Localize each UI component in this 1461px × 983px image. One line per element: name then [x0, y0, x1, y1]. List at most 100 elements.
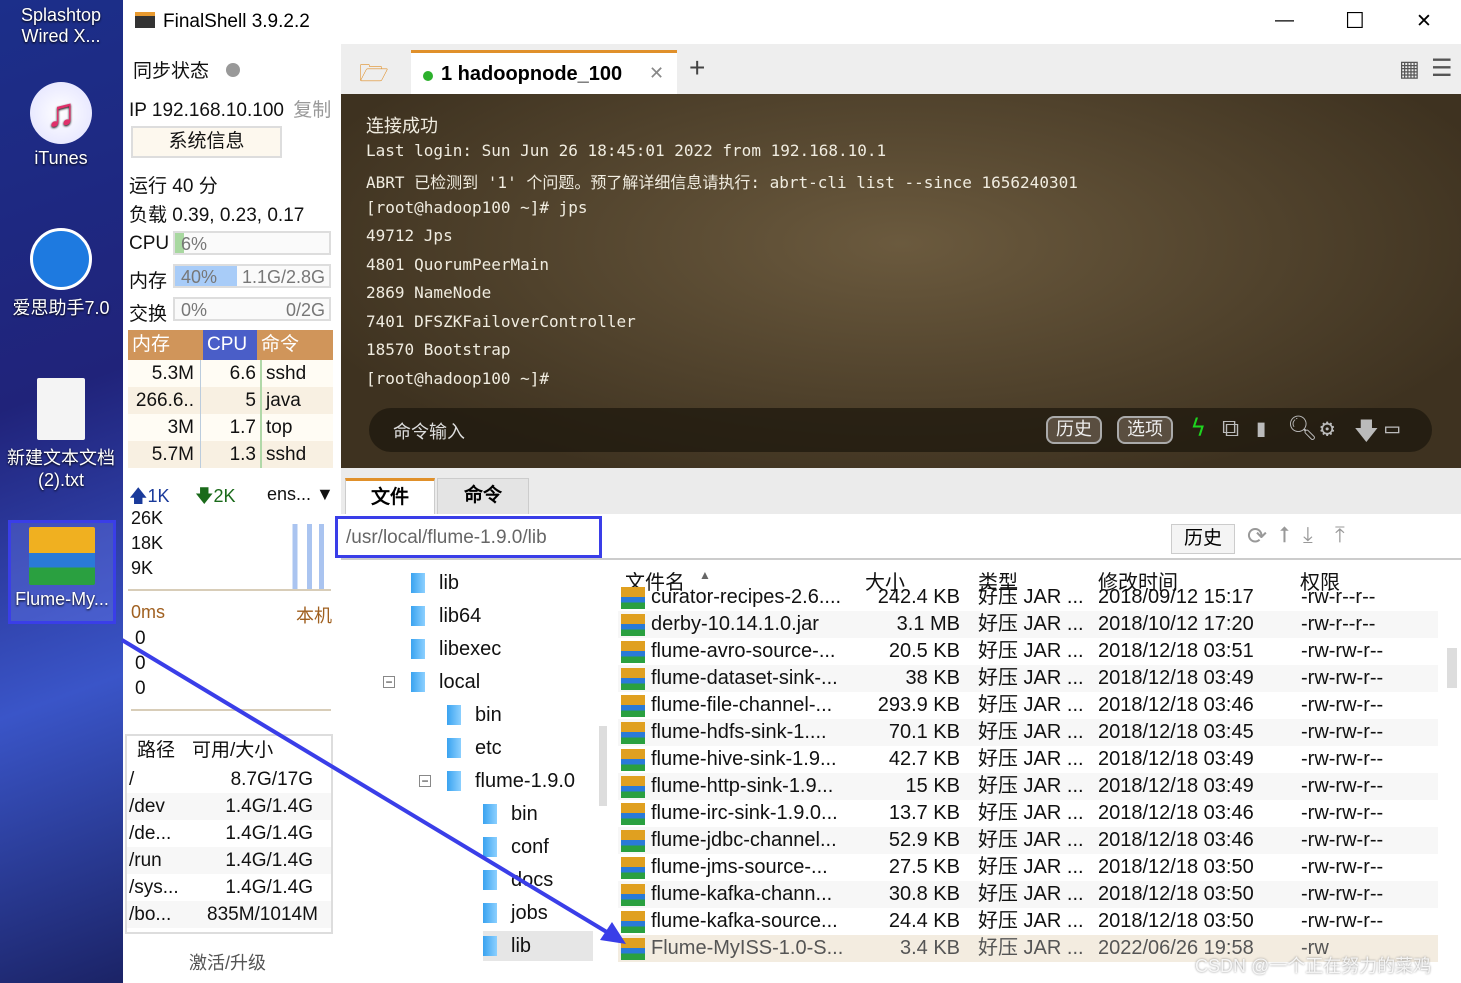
tree-folder[interactable]: conf [483, 832, 549, 862]
open-folder-icon[interactable]: 🗁 [359, 56, 389, 97]
desktop: Splashtop Wired X... ♫ iTunes 爱思助手7.0 新建文… [0, 0, 123, 983]
history-button[interactable]: 历史 [1046, 416, 1102, 444]
title-bar: FinalShell 3.9.2.2 — ☐ ✕ [123, 0, 1461, 44]
tab-files[interactable]: 文件 [345, 478, 435, 514]
ping-host: 本机 [296, 606, 332, 626]
interface-select[interactable]: ens... ▼ [267, 484, 334, 505]
close-button[interactable]: ✕ [1416, 10, 1432, 33]
upload-icon[interactable]: ⤒ [1335, 522, 1345, 548]
disk-table: 路径 可用/大小 /8.7G/17G/dev 1.4G/1.4G/de... 1.4G… [125, 734, 333, 934]
desktop-icon-aisi[interactable]: 爱思助手7.0 [0, 228, 122, 320]
file-row[interactable]: flume-http-sink-1.9... 15 KB 好压 JAR ... 201… [618, 773, 1438, 800]
terminal-line: [root@hadoop100 ~]# jps [366, 197, 588, 217]
path-input[interactable]: /usr/local/flume-1.9.0/lib [335, 516, 602, 558]
desktop-icon-itunes[interactable]: ♫ iTunes [0, 82, 122, 169]
desktop-icon-splashtop[interactable]: Splashtop Wired X... [0, 5, 122, 47]
minimize-button[interactable]: — [1275, 10, 1294, 32]
file-row[interactable]: flume-kafka-chann... 30.8 KB 好压 JAR ... 201… [618, 881, 1438, 908]
tab-commands[interactable]: 命令 [437, 478, 529, 514]
col-mem[interactable]: 内存 [128, 330, 203, 360]
jar-archive-icon [621, 803, 645, 825]
fullscreen-icon[interactable]: ▭ [1385, 414, 1399, 442]
terminal[interactable]: 连接成功 Last login: Sun Jun 26 18:45:01 2022… [341, 94, 1461, 468]
command-input[interactable]: 命令输入 [393, 418, 465, 444]
tree-folder[interactable]: docs [483, 865, 553, 895]
add-tab-button[interactable]: + [689, 52, 705, 84]
net-chart-ticks: 26K 18K 9K [131, 508, 164, 578]
file-row[interactable]: derby-10.14.1.0.jar 3.1 MB 好压 JAR ... 2018/… [618, 611, 1438, 638]
col-cpu[interactable]: CPU [203, 330, 257, 360]
tree-folder[interactable]: libexec [411, 634, 501, 664]
file-row[interactable]: flume-jms-source-... 27.5 KB 好压 JAR ... 201… [618, 854, 1438, 881]
close-tab-icon[interactable]: ✕ [649, 63, 664, 84]
menu-icon[interactable]: ☰ [1431, 54, 1453, 83]
file-list: 文件名 ▲ 大小 类型 修改时间 权限 curator-recipes-2.6..… [613, 560, 1461, 983]
disk-row[interactable]: /de... 1.4G/1.4G [127, 820, 331, 847]
copy-ip-button[interactable]: 复制 [293, 100, 331, 121]
search-icon[interactable]: 🔍︎ [1287, 414, 1317, 442]
parent-dir-icon[interactable]: ⭡ [1279, 522, 1289, 548]
path-history-button[interactable]: 历史 [1171, 524, 1235, 554]
tab-hadoopnode-100[interactable]: 1 hadoopnode_100 ✕ [411, 50, 677, 94]
quick-command-icon[interactable]: ϟ [1191, 414, 1205, 442]
app-icon [135, 12, 155, 28]
col-command[interactable]: 命令 [257, 330, 299, 360]
text-file-icon [37, 378, 85, 440]
tree-folder[interactable]: − local [383, 667, 480, 697]
grid-view-icon[interactable]: ▦ [1399, 56, 1420, 82]
paste-icon[interactable]: ▮ [1254, 414, 1268, 442]
disk-row[interactable]: /sys... 1.4G/1.4G [127, 874, 331, 901]
refresh-icon[interactable]: ⟳ [1247, 522, 1267, 551]
terminal-line: Last login: Sun Jun 26 18:45:01 2022 fro… [366, 140, 887, 160]
disk-row[interactable]: /run 1.4G/1.4G [127, 847, 331, 874]
tree-folder[interactable]: lib [411, 568, 459, 598]
file-row[interactable]: flume-file-channel-... 293.9 KB 好压 JAR ...… [618, 692, 1438, 719]
folder-icon [483, 870, 497, 890]
settings-icon[interactable]: ⚙ [1320, 414, 1334, 442]
activate-upgrade-link[interactable]: 激活/升级 [189, 949, 266, 975]
file-row[interactable]: flume-dataset-sink-... 38 KB 好压 JAR ... 201… [618, 665, 1438, 692]
file-row[interactable]: flume-jdbc-channel... 52.9 KB 好压 JAR ... 20… [618, 827, 1438, 854]
maximize-button[interactable]: ☐ [1345, 8, 1365, 34]
file-row[interactable]: flume-hdfs-sink-1.... 70.1 KB 好压 JAR ... 20… [618, 719, 1438, 746]
file-row[interactable]: flume-avro-source-... 20.5 KB 好压 JAR ... 20… [618, 638, 1438, 665]
file-row[interactable]: flume-irc-sink-1.9.0... 13.7 KB 好压 JAR ...… [618, 800, 1438, 827]
terminal-line: ABRT 已检测到 '1' 个问题。预了解详细信息请执行: abrt-cli l… [366, 173, 1078, 192]
download-arrow-icon[interactable]: 🡇 [1354, 414, 1379, 455]
col-path[interactable]: 路径 [127, 736, 182, 766]
file-row[interactable]: flume-kafka-source... 24.4 KB 好压 JAR ... 20… [618, 908, 1438, 935]
tree-folder[interactable]: lib [483, 931, 593, 961]
desktop-icon-flume-jar[interactable]: Flume-My... [8, 520, 116, 624]
system-info-button[interactable]: 系统信息 [131, 126, 282, 158]
tree-folder[interactable]: bin [447, 700, 502, 730]
tree-folder[interactable]: etc [447, 733, 502, 763]
options-button[interactable]: 选项 [1117, 416, 1173, 444]
disk-row[interactable]: /dev 1.4G/1.4G [127, 793, 331, 820]
copy-icon[interactable]: ⧉ [1222, 414, 1239, 442]
process-row[interactable]: 3M 1.7 top [128, 414, 333, 441]
file-row[interactable]: curator-recipes-2.6.... 242.4 KB 好压 JAR ..… [618, 584, 1438, 611]
file-list-scrollbar[interactable] [1447, 648, 1457, 688]
tree-folder[interactable]: jobs [483, 898, 548, 928]
process-row[interactable]: 5.3M 6.6 sshd [128, 360, 333, 387]
terminal-line: 连接成功 [366, 116, 438, 136]
desktop-icon-textfile[interactable]: 新建文本文档 (2).txt [0, 378, 122, 491]
disk-row[interactable]: /8.7G/17G [127, 766, 331, 793]
jar-archive-icon [621, 614, 645, 636]
folder-icon [447, 705, 461, 725]
itunes-icon: ♫ [30, 82, 92, 144]
terminal-line: 49712 Jps [366, 226, 453, 245]
process-row[interactable]: 266.6.. 5 java [128, 387, 333, 414]
disk-row[interactable]: /bo... 835M/1014M [127, 901, 331, 928]
tree-folder[interactable]: lib64 [411, 601, 481, 631]
tree-folder[interactable]: − flume-1.9.0 [419, 766, 575, 796]
tree-folder[interactable]: bin [483, 799, 538, 829]
collapse-icon: − [383, 676, 395, 688]
tree-scrollbar[interactable] [599, 726, 607, 806]
file-row[interactable]: flume-hive-sink-1.9... 42.7 KB 好压 JAR ... 2… [618, 746, 1438, 773]
download-icon[interactable]: ⤓ [1303, 522, 1313, 548]
window-title: FinalShell 3.9.2.2 [163, 11, 310, 32]
jar-archive-icon [621, 695, 645, 717]
process-row[interactable]: 5.7M 1.3 sshd [128, 441, 333, 468]
col-avail[interactable]: 可用/大小 [182, 736, 273, 766]
